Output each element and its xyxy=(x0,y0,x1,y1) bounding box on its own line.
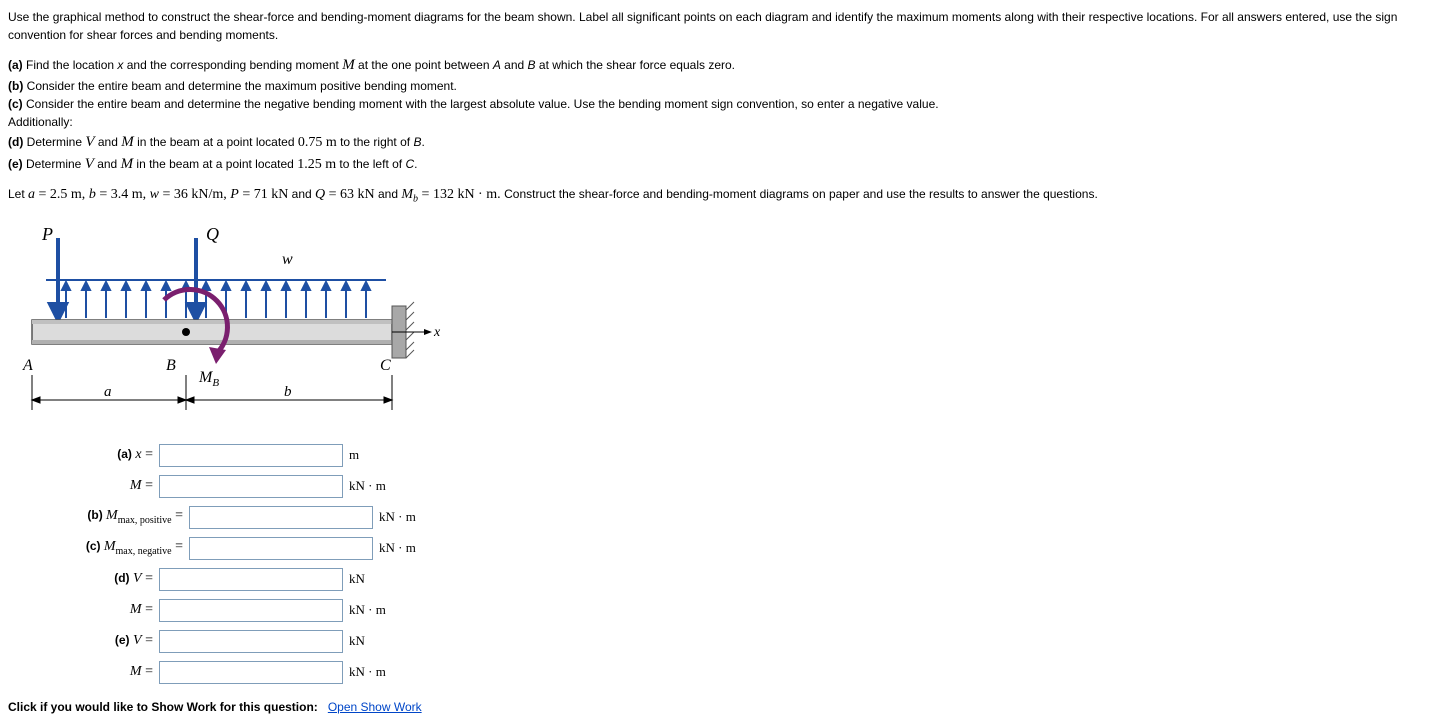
parameter-values: Let a = 2.5 m, b = 3.4 m, w = 36 kN/m, P… xyxy=(8,184,1441,206)
row-e-V: (e) V = kN xyxy=(8,630,1441,653)
svg-text:b: b xyxy=(284,384,292,400)
unit-kNm: kN · m xyxy=(343,478,386,494)
svg-text:MB: MB xyxy=(198,369,219,389)
row-c: (c) Mmax, negative = kN · m xyxy=(8,537,1441,560)
row-d-V: (d) V = kN xyxy=(8,568,1441,591)
svg-text:A: A xyxy=(22,357,33,374)
input-a-M[interactable] xyxy=(159,475,343,498)
beam-figure: w P Q xyxy=(16,220,1441,420)
part-c: (c) Consider the entire beam and determi… xyxy=(8,95,1441,113)
part-b: (b) Consider the entire beam and determi… xyxy=(8,77,1441,95)
row-b: (b) Mmax, positive = kN · m xyxy=(8,506,1441,529)
input-e-V[interactable] xyxy=(159,630,343,653)
part-d: (d) Determine V and M in the beam at a p… xyxy=(8,131,1441,154)
svg-text:P: P xyxy=(41,224,53,244)
row-e-M: M = kN · m xyxy=(8,661,1441,684)
input-a-x[interactable] xyxy=(159,444,343,467)
show-work-line: Click if you would like to Show Work for… xyxy=(8,700,1441,714)
svg-text:Q: Q xyxy=(206,224,219,244)
parts-list: (a) Find the location x and the correspo… xyxy=(8,54,1441,176)
unit-kNm: kN · m xyxy=(343,602,386,618)
svg-text:a: a xyxy=(104,384,112,400)
open-show-work-link[interactable]: Open Show Work xyxy=(328,700,422,714)
svg-text:B: B xyxy=(166,357,176,374)
svg-text:x: x xyxy=(433,325,441,340)
part-a: (a) Find the location x and the correspo… xyxy=(8,54,1441,77)
input-d-M[interactable] xyxy=(159,599,343,622)
part-d-prefix: (d) xyxy=(8,135,23,149)
svg-text:w: w xyxy=(282,251,293,268)
problem-intro: Use the graphical method to construct th… xyxy=(8,8,1441,44)
unit-kN: kN xyxy=(343,633,365,649)
unit-kN: kN xyxy=(343,571,365,587)
part-e: (e) Determine V and M in the beam at a p… xyxy=(8,153,1441,176)
unit-m: m xyxy=(343,447,359,463)
part-c-prefix: (c) xyxy=(8,97,23,111)
part-b-prefix: (b) xyxy=(8,79,23,93)
part-e-prefix: (e) xyxy=(8,157,23,171)
input-b[interactable] xyxy=(189,506,373,529)
input-d-V[interactable] xyxy=(159,568,343,591)
row-a-M: M = kN · m xyxy=(8,475,1441,498)
input-e-M[interactable] xyxy=(159,661,343,684)
additionally: Additionally: xyxy=(8,113,1441,131)
row-d-M: M = kN · m xyxy=(8,599,1441,622)
row-a-x: (a) x = m xyxy=(8,444,1441,467)
unit-kNm: kN · m xyxy=(373,540,416,556)
input-c[interactable] xyxy=(189,537,373,560)
unit-kNm: kN · m xyxy=(373,509,416,525)
part-a-prefix: (a) xyxy=(8,58,23,72)
answer-inputs: (a) x = m M = kN · m (b) Mmax, positive … xyxy=(8,444,1441,684)
svg-text:C: C xyxy=(380,357,391,374)
show-work-prefix: Click if you would like to Show Work for… xyxy=(8,700,318,714)
unit-kNm: kN · m xyxy=(343,664,386,680)
